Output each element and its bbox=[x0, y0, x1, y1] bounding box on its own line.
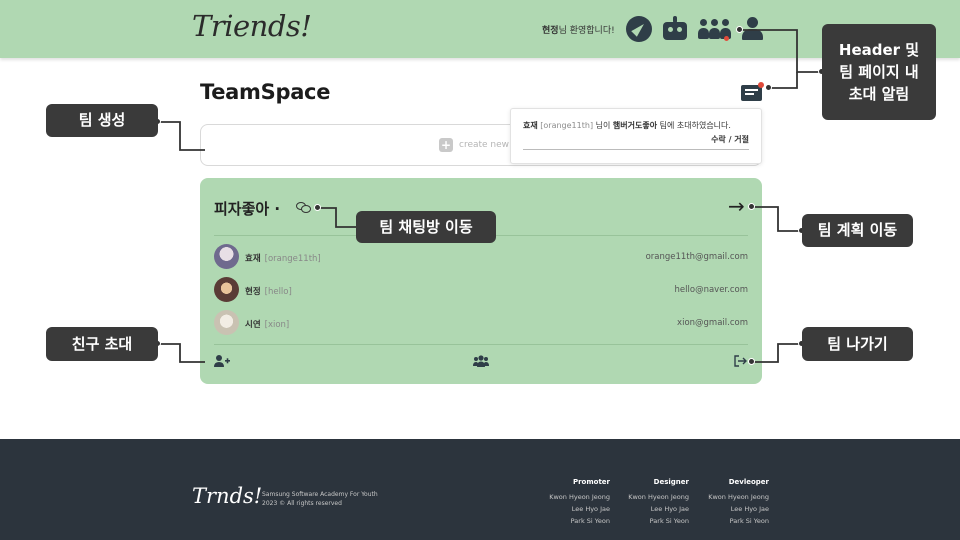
annotation-header-notify: Header 및 팀 페이지 내 초대 알림 bbox=[822, 24, 936, 120]
plus-icon[interactable]: + bbox=[439, 138, 453, 152]
member-id: [orange11th] bbox=[264, 254, 321, 264]
invite-sender-id: [orange11th] bbox=[540, 121, 594, 130]
member-email: xion@gmail.com bbox=[677, 318, 748, 328]
add-user-icon[interactable] bbox=[214, 355, 230, 370]
footer-name: Kwon Hyeon Jeong bbox=[628, 493, 689, 501]
member-id: [xion] bbox=[264, 320, 290, 330]
annotation-leave-team: 팀 나가기 bbox=[802, 327, 913, 361]
member-id: [hello] bbox=[264, 287, 292, 297]
invite-notification: 효재 [orange11th] 님이 햄버거도좋아 팀에 초대하였습니다. 수락… bbox=[510, 108, 762, 164]
footer-column-title: Promoter bbox=[572, 478, 610, 486]
mail-icon[interactable] bbox=[741, 82, 764, 102]
app-logo[interactable]: Triends! bbox=[192, 9, 312, 43]
member-name: 시연 bbox=[245, 320, 261, 330]
team-name: 피자좋아 · bbox=[214, 200, 281, 218]
team-card: 피자좋아 · → 효재 [orange11th] orange11th@gmail… bbox=[200, 178, 762, 384]
avatar bbox=[214, 277, 239, 302]
annotation-invite-friend: 친구 초대 bbox=[46, 327, 158, 361]
robot-icon[interactable] bbox=[662, 16, 688, 42]
footer-name: Lee Hyo Jae bbox=[650, 505, 689, 513]
footer-column-title: Designer bbox=[653, 478, 689, 486]
footer-name: Park Si Yeon bbox=[649, 517, 689, 525]
annotation-dot bbox=[314, 204, 321, 211]
notification-badge bbox=[758, 82, 764, 88]
footer-name: Lee Hyo Jae bbox=[571, 505, 610, 513]
invite-team-name: 햄버거도좋아 bbox=[612, 121, 658, 130]
exit-icon[interactable] bbox=[734, 355, 748, 370]
footer: Trnds! Samsung Software Academy For Yout… bbox=[0, 439, 960, 540]
annotation-chat-move: 팀 채팅방 이동 bbox=[356, 211, 496, 243]
page-title: TeamSpace bbox=[200, 80, 331, 104]
member-name: 현정 bbox=[245, 287, 261, 297]
member-row: 현정 [hello] hello@naver.com bbox=[214, 277, 748, 303]
footer-column-promoter: Promoter Kwon Hyeon Jeong Lee Hyo Jae Pa… bbox=[549, 476, 610, 527]
annotation-dot bbox=[748, 203, 755, 210]
footer-name: Kwon Hyeon Jeong bbox=[549, 493, 610, 501]
invite-text-mid: 님이 bbox=[595, 121, 611, 130]
user-icon[interactable] bbox=[740, 16, 764, 42]
footer-copyright: Samsung Software Academy For Youth 2023 … bbox=[262, 490, 378, 508]
invite-message: 효재 [orange11th] 님이 햄버거도좋아 팀에 초대하였습니다. bbox=[523, 120, 731, 131]
footer-column-designer: Designer Kwon Hyeon Jeong Lee Hyo Jae Pa… bbox=[628, 476, 689, 527]
welcome-suffix: 님 환영합니다! bbox=[558, 26, 615, 36]
footer-copy-line2: 2023 © All rights reserved bbox=[262, 500, 342, 507]
footer-column-developer: Devleoper Kwon Hyeon Jeong Lee Hyo Jae P… bbox=[708, 476, 769, 527]
invite-text-end: 팀에 초대하였습니다. bbox=[659, 121, 731, 130]
welcome-text: 현정님 환영합니다! bbox=[542, 23, 615, 36]
annotation-dot bbox=[736, 26, 743, 33]
avatar bbox=[214, 310, 239, 335]
compass-icon[interactable] bbox=[626, 16, 652, 42]
header: Triends! 현정님 환영합니다! bbox=[0, 0, 960, 58]
accept-decline-buttons[interactable]: 수락 / 거절 bbox=[711, 134, 749, 145]
member-name: 효재 bbox=[245, 254, 261, 264]
annotation-plan-move: 팀 계획 이동 bbox=[802, 214, 913, 247]
member-email: orange11th@gmail.com bbox=[645, 252, 748, 262]
footer-name: Kwon Hyeon Jeong bbox=[708, 493, 769, 501]
footer-logo: Trnds! bbox=[192, 484, 263, 508]
footer-copy-line1: Samsung Software Academy For Youth bbox=[262, 491, 378, 498]
footer-column-title: Devleoper bbox=[728, 478, 769, 486]
annotation-create-team: 팀 생성 bbox=[46, 104, 158, 137]
annotation-dot bbox=[748, 358, 755, 365]
create-team-label[interactable]: create new t bbox=[459, 140, 515, 150]
people-icon[interactable] bbox=[698, 16, 732, 42]
arrow-right-icon[interactable]: → bbox=[728, 196, 745, 216]
member-row: 효재 [orange11th] orange11th@gmail.com bbox=[214, 244, 748, 270]
divider bbox=[214, 344, 748, 345]
member-email: hello@naver.com bbox=[674, 285, 748, 295]
divider bbox=[523, 149, 749, 150]
annotation-dot bbox=[765, 84, 772, 91]
welcome-name: 현정 bbox=[542, 26, 559, 36]
avatar bbox=[214, 244, 239, 269]
member-row: 시연 [xion] xion@gmail.com bbox=[214, 310, 748, 336]
footer-name: Park Si Yeon bbox=[729, 517, 769, 525]
group-icon[interactable] bbox=[473, 355, 489, 370]
footer-name: Lee Hyo Jae bbox=[730, 505, 769, 513]
invite-sender-name: 효재 bbox=[523, 121, 538, 130]
notification-badge bbox=[724, 36, 729, 41]
footer-name: Park Si Yeon bbox=[570, 517, 610, 525]
chat-icon[interactable] bbox=[296, 202, 312, 214]
